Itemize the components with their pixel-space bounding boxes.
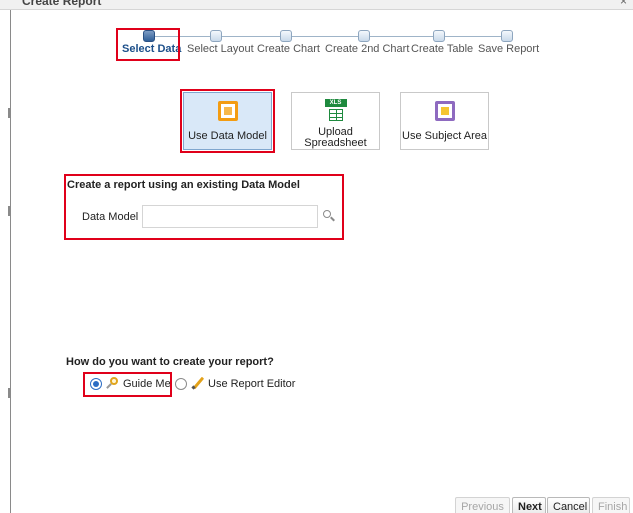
subject-area-icon	[434, 101, 455, 121]
xls-tag: XLS	[324, 99, 347, 107]
dialog-title-bar: Create Report ×	[0, 0, 633, 10]
dialog-title: Create Report	[22, 0, 102, 8]
use-subject-area-button[interactable]: Use Subject Area	[400, 92, 489, 150]
border-tick	[8, 108, 10, 118]
finish-button[interactable]: Finish	[592, 497, 630, 513]
train-label-create-table[interactable]: Create Table	[411, 43, 473, 55]
spreadsheet-icon: XLS	[324, 99, 347, 123]
train-stop-create-2nd-chart[interactable]	[358, 30, 370, 42]
train-connector	[150, 36, 510, 37]
previous-button[interactable]: Previous	[455, 497, 510, 513]
train-label-create-2nd-chart[interactable]: Create 2nd Chart	[325, 43, 409, 55]
train-label-create-chart[interactable]: Create Chart	[257, 43, 320, 55]
train-stop-save-report[interactable]	[501, 30, 513, 42]
border-tick	[8, 388, 10, 398]
train-label-select-layout[interactable]: Select Layout	[187, 43, 254, 55]
creation-mode-question: How do you want to create your report?	[66, 356, 274, 368]
upload-spreadsheet-label-2: Spreadsheet	[304, 137, 367, 149]
highlight-use-data-model	[180, 89, 275, 153]
use-report-editor-radio[interactable]	[175, 378, 187, 390]
use-subject-area-label: Use Subject Area	[402, 130, 487, 142]
spreadsheet-grid-icon	[328, 109, 343, 121]
train-label-save-report[interactable]: Save Report	[478, 43, 539, 55]
border-tick	[8, 206, 10, 216]
next-button[interactable]: Next	[512, 497, 546, 513]
train-stop-select-layout[interactable]	[210, 30, 222, 42]
use-report-editor-label[interactable]: Use Report Editor	[208, 378, 295, 390]
upload-spreadsheet-button[interactable]: XLS Upload Spreadsheet	[291, 92, 380, 150]
pencil-icon	[191, 376, 205, 390]
highlight-select-data	[116, 28, 180, 61]
close-icon[interactable]: ×	[620, 0, 627, 8]
train-stop-create-table[interactable]	[433, 30, 445, 42]
dialog-left-border	[10, 10, 11, 513]
train-stop-create-chart[interactable]	[280, 30, 292, 42]
cancel-button[interactable]: Cancel	[547, 497, 590, 513]
highlight-guide-me	[83, 372, 172, 397]
highlight-data-model-section	[64, 174, 344, 240]
